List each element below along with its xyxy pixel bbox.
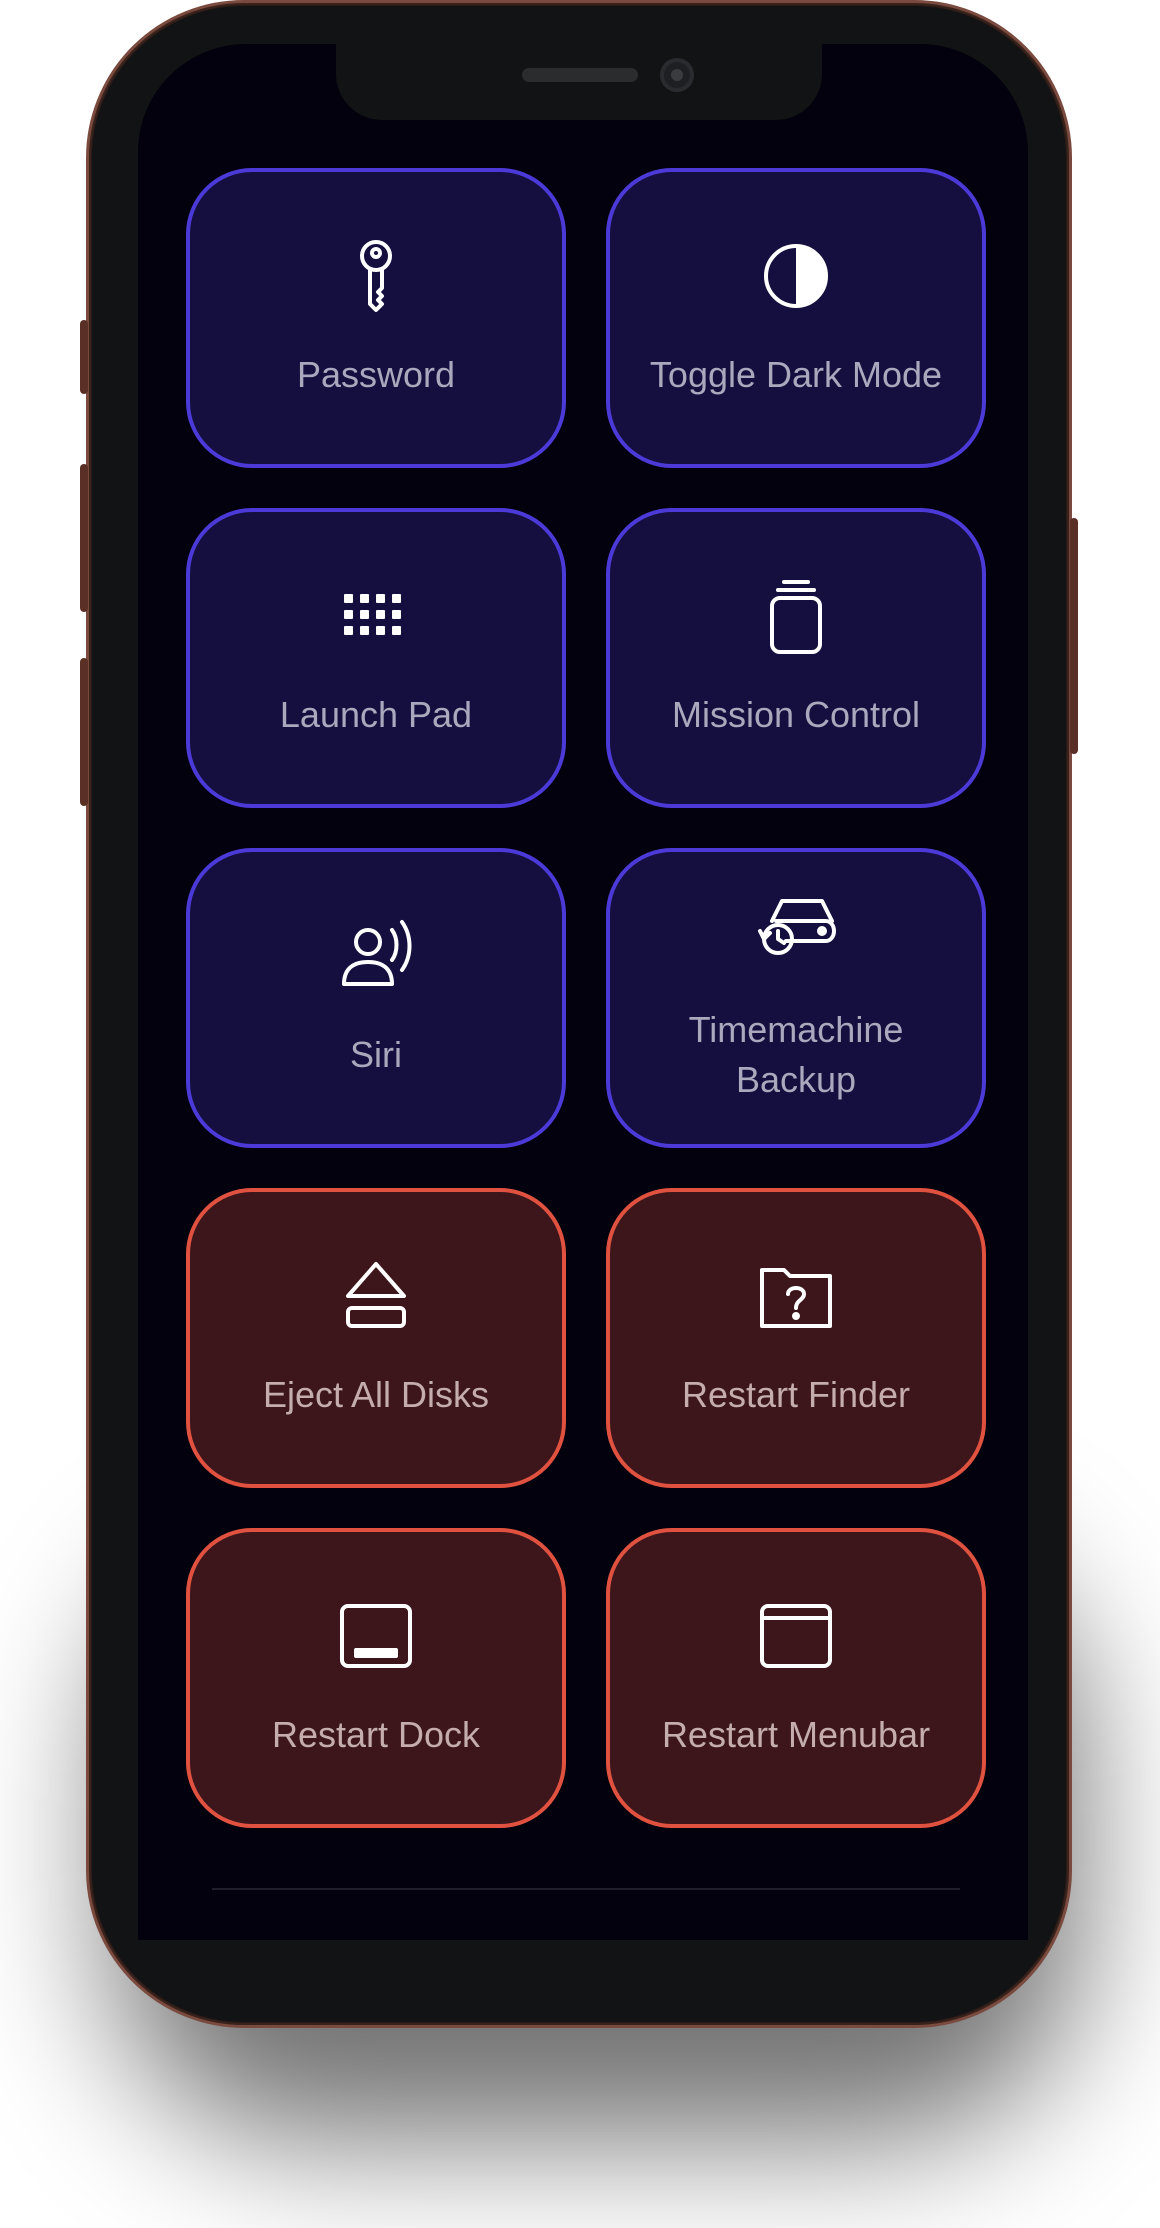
folder-question-icon bbox=[756, 1256, 836, 1336]
tile-label: Restart Finder bbox=[681, 1374, 911, 1415]
tile-label: Siri bbox=[350, 1034, 402, 1075]
phone-mockup: Password Toggle Dark Mode Launch Pad Mis… bbox=[0, 0, 1160, 2228]
tile-label: Launch Pad bbox=[279, 694, 473, 735]
power-button bbox=[1070, 518, 1078, 754]
tile-mission-control[interactable]: Mission Control bbox=[606, 508, 986, 808]
front-camera bbox=[660, 58, 694, 92]
silent-switch bbox=[80, 320, 88, 394]
volume-up-button bbox=[80, 464, 88, 612]
volume-down-button bbox=[80, 658, 88, 806]
tile-label: Toggle Dark Mode bbox=[649, 354, 943, 395]
tile-label: Restart Dock bbox=[271, 1714, 481, 1755]
tile-label: Password bbox=[296, 354, 456, 395]
tile-eject-all-disks[interactable]: Eject All Disks bbox=[186, 1188, 566, 1488]
tile-timemachine-backup[interactable]: Timemachine Backup bbox=[606, 848, 986, 1148]
dock-icon bbox=[336, 1596, 416, 1676]
key-icon bbox=[336, 236, 416, 316]
menubar-window-icon bbox=[756, 1596, 836, 1676]
tile-restart-finder[interactable]: Restart Finder bbox=[606, 1188, 986, 1488]
tile-label: Restart Menubar bbox=[661, 1714, 931, 1755]
tile-password[interactable]: Password bbox=[186, 168, 566, 468]
half-circle-icon bbox=[756, 236, 836, 316]
tile-toggle-dark-mode[interactable]: Toggle Dark Mode bbox=[606, 168, 986, 468]
grid-dots-icon bbox=[336, 576, 416, 656]
tile-restart-menubar[interactable]: Restart Menubar bbox=[606, 1528, 986, 1828]
tile-label: Mission Control bbox=[671, 694, 921, 735]
person-speaking-icon bbox=[336, 916, 416, 996]
eject-icon bbox=[336, 1256, 416, 1336]
bottom-divider bbox=[212, 1888, 960, 1890]
tile-launch-pad[interactable]: Launch Pad bbox=[186, 508, 566, 808]
time-machine-drive-icon bbox=[756, 891, 836, 971]
tile-label: Timemachine Backup bbox=[688, 1009, 904, 1100]
earpiece-speaker bbox=[522, 68, 638, 82]
stacked-windows-icon bbox=[756, 576, 836, 656]
tile-siri[interactable]: Siri bbox=[186, 848, 566, 1148]
shortcut-grid: Password Toggle Dark Mode Launch Pad Mis… bbox=[186, 168, 988, 1828]
tile-restart-dock[interactable]: Restart Dock bbox=[186, 1528, 566, 1828]
tile-label: Eject All Disks bbox=[262, 1374, 490, 1415]
